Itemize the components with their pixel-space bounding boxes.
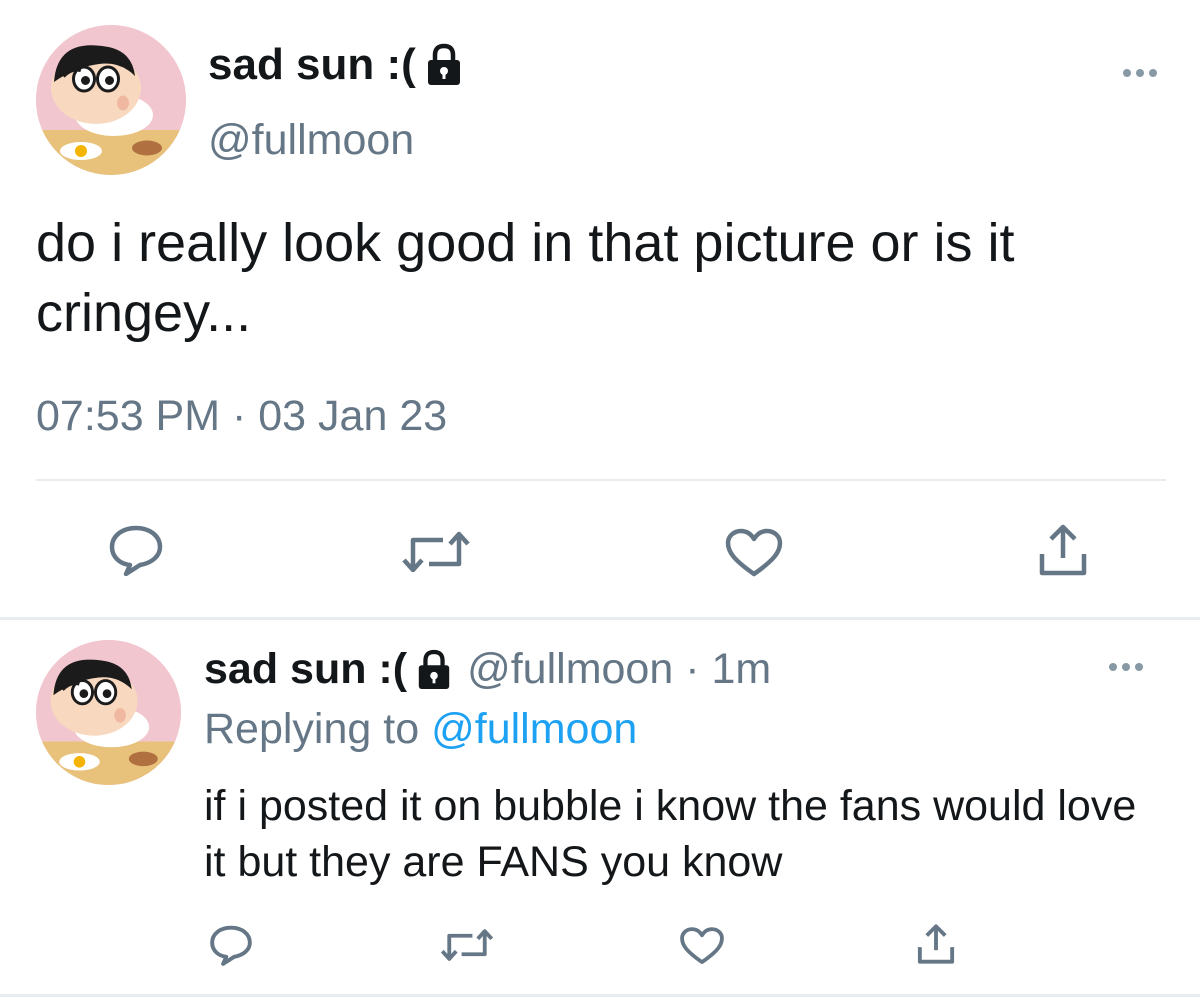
retweet-icon[interactable] [401, 530, 471, 574]
lock-icon [418, 649, 450, 689]
divider [36, 479, 1166, 481]
like-icon[interactable] [724, 528, 784, 578]
display-name[interactable]: sad sun :( [208, 40, 464, 90]
avatar[interactable] [36, 25, 186, 175]
avatar-cartoon-icon [36, 640, 181, 785]
more-icon[interactable] [1096, 655, 1156, 679]
timestamp[interactable]: 07:53 PM · 03 Jan 23 [36, 392, 447, 441]
tweet-text: if i posted it on bubble i know the fans… [204, 782, 1137, 886]
handle[interactable]: @fullmoon [208, 116, 414, 165]
reply-header: sad sun :( @fullmoon · 1m [204, 645, 771, 694]
like-icon[interactable] [679, 926, 725, 966]
share-icon[interactable] [916, 922, 956, 966]
mention-link[interactable]: @fullmoon [431, 705, 637, 753]
reply-icon[interactable] [108, 524, 164, 576]
more-icon[interactable] [1110, 61, 1170, 85]
retweet-icon[interactable] [440, 928, 494, 962]
avatar-cartoon-icon [36, 25, 186, 175]
reply-icon[interactable] [209, 924, 253, 966]
avatar[interactable] [36, 640, 181, 785]
display-name-text[interactable]: sad sun :( [208, 40, 416, 90]
replying-to-label: Replying to [204, 705, 420, 753]
tweet-text: do i really look good in that picture or… [36, 213, 1015, 343]
divider [0, 617, 1200, 620]
replying-to: Replying to @fullmoon [204, 705, 637, 754]
lock-icon [427, 43, 460, 85]
handle-time[interactable]: @fullmoon · 1m [467, 645, 771, 694]
share-icon[interactable] [1037, 522, 1089, 578]
display-name[interactable]: sad sun :( [204, 645, 407, 694]
